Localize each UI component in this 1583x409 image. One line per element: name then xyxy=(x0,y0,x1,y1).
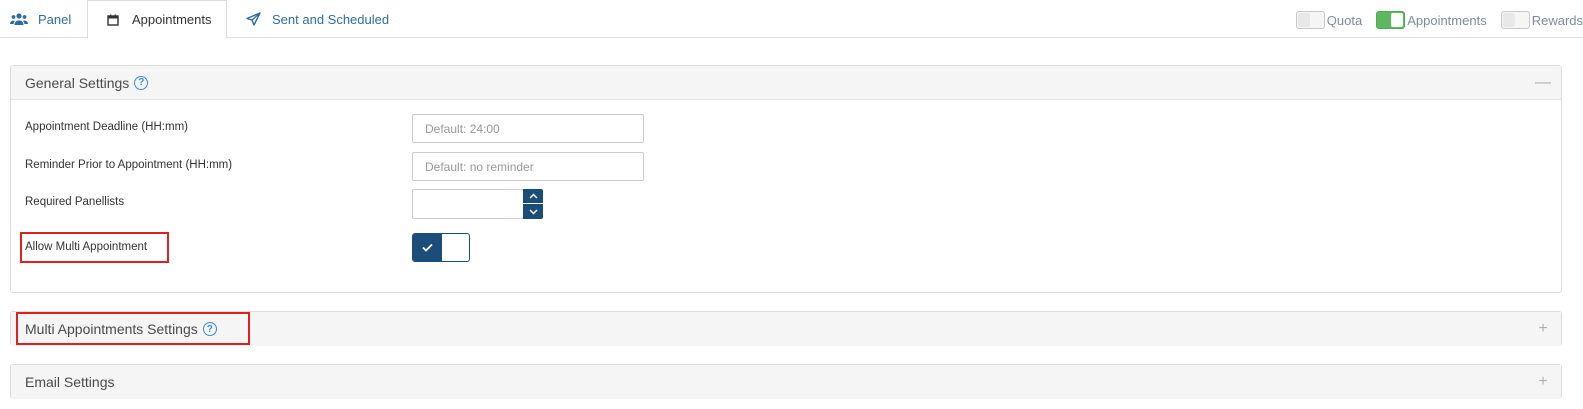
rewards-switch[interactable] xyxy=(1500,11,1530,29)
paper-plane-icon xyxy=(244,10,262,28)
tab-panel-label: Panel xyxy=(38,11,72,27)
email-settings-title: Email Settings xyxy=(25,374,115,390)
users-icon xyxy=(10,10,28,28)
general-settings-panel: General Settings ? — Appointment Deadlin… xyxy=(10,65,1562,293)
increment-button[interactable] xyxy=(523,189,543,204)
module-toggles: Quota Appointments Rewards xyxy=(1282,10,1583,30)
multi-appointments-settings-title: Multi Appointments Settings xyxy=(25,321,198,337)
appointments-switch[interactable] xyxy=(1376,11,1406,29)
quota-toggle-label: Quota xyxy=(1326,12,1363,28)
multi-appointments-settings-header[interactable]: Multi Appointments Settings ? + xyxy=(11,312,1561,346)
allow-multi-appointment-label: Allow Multi Appointment xyxy=(25,241,148,253)
multi-appointments-settings-panel: Multi Appointments Settings ? + xyxy=(10,311,1562,346)
help-icon[interactable]: ? xyxy=(134,75,149,90)
allow-multi-appointment-toggle[interactable] xyxy=(412,233,470,262)
appointment-deadline-input[interactable] xyxy=(412,114,644,143)
tab-sent-label: Sent and Scheduled xyxy=(272,11,390,27)
expand-icon[interactable]: + xyxy=(1535,320,1551,338)
required-panellists-label: Required Panellists xyxy=(25,196,125,208)
tab-appointments-label: Appointments xyxy=(132,12,212,27)
calendar-icon xyxy=(104,11,122,29)
email-settings-header[interactable]: Email Settings + xyxy=(11,365,1561,399)
tab-appointments[interactable]: Appointments xyxy=(87,0,227,39)
tab-sent-scheduled[interactable]: Sent and Scheduled xyxy=(244,0,389,38)
general-settings-title: General Settings xyxy=(25,74,130,91)
appointment-deadline-label: Appointment Deadline (HH:mm) xyxy=(25,121,188,133)
email-settings-panel: Email Settings + xyxy=(10,364,1562,399)
tab-bar: Panel Appointments Sent and Scheduled Qu… xyxy=(0,0,1583,39)
expand-icon[interactable]: + xyxy=(1535,373,1551,391)
reminder-label: Reminder Prior to Appointment (HH:mm) xyxy=(25,159,233,171)
check-icon xyxy=(413,234,442,261)
reminder-input[interactable] xyxy=(412,152,644,181)
decrement-button[interactable] xyxy=(523,204,543,219)
required-panellists-input[interactable] xyxy=(412,189,524,219)
chevron-down-icon xyxy=(528,208,538,215)
appointments-toggle[interactable]: Appointments xyxy=(1376,11,1487,29)
quota-switch[interactable] xyxy=(1295,11,1325,29)
rewards-toggle[interactable]: Rewards xyxy=(1500,11,1583,29)
tab-panel[interactable]: Panel xyxy=(10,0,71,38)
general-settings-header[interactable]: General Settings ? — xyxy=(11,66,1561,100)
help-icon[interactable]: ? xyxy=(202,322,217,336)
appointments-toggle-label: Appointments xyxy=(1407,12,1487,28)
quota-toggle[interactable]: Quota xyxy=(1295,11,1363,29)
rewards-toggle-label: Rewards xyxy=(1531,12,1583,28)
required-panellists-stepper xyxy=(412,189,543,219)
collapse-icon[interactable]: — xyxy=(1535,74,1551,92)
chevron-up-icon xyxy=(528,193,538,199)
